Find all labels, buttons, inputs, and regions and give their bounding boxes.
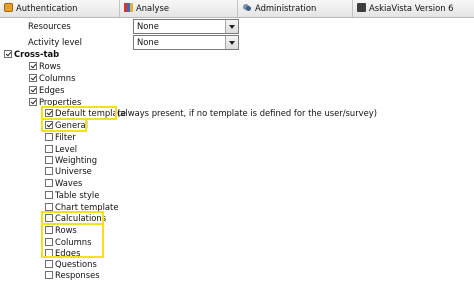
tab-bar: Authentication Analyse Administration As… — [0, 0, 474, 18]
tree-item-rows: Rows — [0, 61, 474, 73]
level-label: Level — [55, 144, 78, 154]
resources-row: Resources None — [0, 18, 474, 35]
tab-authentication[interactable]: Authentication — [0, 0, 120, 17]
tree-item-general: General — [0, 120, 474, 132]
chevron-down-icon[interactable] — [225, 36, 238, 49]
chart-template-checkbox[interactable] — [45, 203, 53, 211]
weighting-checkbox[interactable] — [45, 156, 53, 164]
tree-item-responses: Responses — [0, 270, 474, 282]
activity-level-value: None — [137, 37, 159, 47]
analyse-icon — [124, 3, 133, 12]
questions-checkbox[interactable] — [45, 260, 53, 268]
tree-item-filter: Filter — [0, 132, 474, 144]
tree-item-properties-rows: Rows — [0, 225, 474, 237]
tab-label: Administration — [255, 3, 317, 13]
table-style-checkbox[interactable] — [45, 191, 53, 199]
weighting-label: Weighting — [55, 155, 98, 165]
waves-checkbox[interactable] — [45, 179, 53, 187]
key-icon — [4, 3, 13, 12]
properties-rows-checkbox[interactable] — [45, 226, 53, 234]
tab-administration[interactable]: Administration — [238, 0, 353, 17]
questions-label: Questions — [55, 259, 97, 269]
tab-label: Analyse — [136, 3, 169, 13]
general-checkbox[interactable] — [45, 121, 53, 129]
filter-label: Filter — [55, 132, 76, 142]
calculations-checkbox[interactable] — [45, 214, 53, 222]
edges-checkbox[interactable] — [29, 86, 37, 94]
universe-label: Universe — [55, 166, 92, 176]
resources-label: Resources — [28, 21, 71, 31]
default-template-checkbox[interactable] — [45, 109, 53, 117]
tab-askiavista[interactable]: AskiaVista Version 6 — [353, 0, 474, 17]
waves-label: Waves — [55, 178, 83, 188]
tab-label: Authentication — [16, 3, 78, 13]
properties-edges-checkbox[interactable] — [45, 249, 53, 257]
columns-label: Columns — [39, 73, 76, 83]
activity-level-label: Activity level — [28, 37, 82, 47]
chart-template-label: Chart template — [55, 202, 119, 212]
properties-edges-label: Edges — [55, 248, 81, 258]
tree-item-waves: Waves — [0, 178, 474, 190]
tree-item-default-template: Default template (always present, if no … — [0, 108, 474, 120]
calculations-label: Calculations — [55, 213, 107, 223]
responses-checkbox[interactable] — [45, 271, 53, 279]
level-checkbox[interactable] — [45, 145, 53, 153]
cross-tab-checkbox[interactable] — [4, 50, 12, 58]
properties-label: Properties — [39, 97, 82, 107]
properties-checkbox[interactable] — [29, 98, 37, 106]
admin-icon — [242, 3, 252, 12]
table-style-label: Table style — [55, 190, 100, 200]
edges-label: Edges — [39, 85, 65, 95]
filter-checkbox[interactable] — [45, 133, 53, 141]
tree-item-edges: Edges — [0, 85, 474, 97]
responses-label: Responses — [55, 270, 100, 280]
cross-tab-label: Cross-tab — [14, 49, 60, 59]
tree-item-universe: Universe — [0, 166, 474, 178]
resources-value: None — [137, 21, 159, 31]
resources-select[interactable]: None — [133, 19, 239, 34]
properties-columns-checkbox[interactable] — [45, 238, 53, 246]
chevron-down-icon[interactable] — [225, 20, 238, 33]
tab-analyse[interactable]: Analyse — [120, 0, 238, 17]
universe-checkbox[interactable] — [45, 167, 53, 175]
columns-checkbox[interactable] — [29, 74, 37, 82]
tree-item-columns: Columns — [0, 73, 474, 85]
rows-checkbox[interactable] — [29, 62, 37, 70]
tree-item-calculations: Calculations — [0, 213, 474, 225]
properties-rows-label: Rows — [55, 225, 77, 235]
default-template-label: Default template — [55, 108, 127, 118]
askia-icon — [357, 3, 366, 12]
tab-label: AskiaVista Version 6 — [369, 3, 454, 13]
activity-level-select[interactable]: None — [133, 35, 239, 50]
tree-item-cross-tab: Cross-tab — [0, 49, 474, 61]
rows-label: Rows — [39, 61, 61, 71]
properties-columns-label: Columns — [55, 237, 92, 247]
default-template-note: (always present, if no template is defin… — [117, 108, 378, 118]
tree-item-table-style: Table style — [0, 190, 474, 202]
general-label: General — [55, 120, 89, 130]
